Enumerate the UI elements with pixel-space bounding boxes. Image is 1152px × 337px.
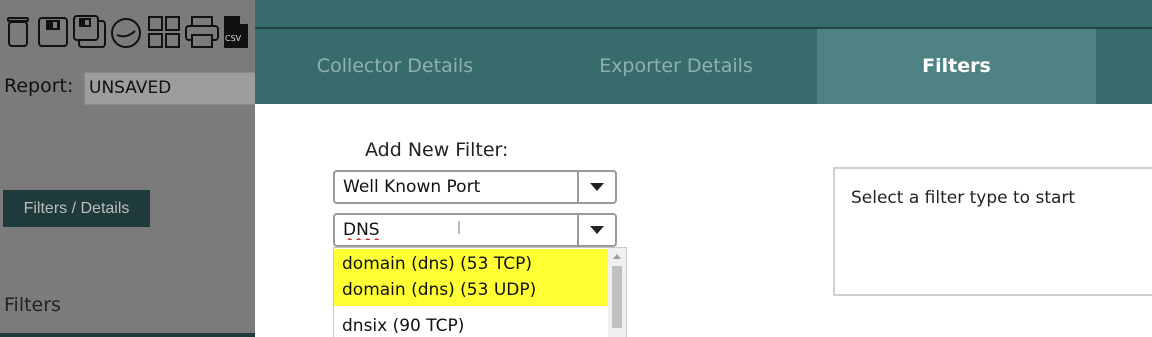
- report-name-field[interactable]: UNSAVED: [84, 72, 255, 105]
- dropdown-scrollbar[interactable]: [608, 248, 626, 337]
- scroll-up-arrow-icon[interactable]: [613, 254, 621, 259]
- section-divider: [0, 333, 255, 337]
- tab-filters[interactable]: Filters: [817, 29, 1096, 104]
- dropdown-option[interactable]: domain (dns) (53 TCP): [334, 249, 616, 275]
- print-icon[interactable]: [184, 15, 220, 49]
- report-label: Report:: [4, 75, 74, 97]
- filter-info-panel: Select a filter type to start: [833, 167, 1152, 296]
- ibeam-cursor-icon: [458, 221, 460, 234]
- dialog-tab-bar: Collector Details Exporter Details Filte…: [255, 29, 1152, 104]
- dialog-title-bar: [255, 0, 1152, 27]
- filter-value-combobox[interactable]: [333, 213, 617, 247]
- dropdown-option[interactable]: domain (dns) (53 UDP): [334, 275, 616, 306]
- filters-details-button[interactable]: Filters / Details: [3, 190, 150, 227]
- tab-collector-details[interactable]: Collector Details: [255, 29, 535, 104]
- trash-icon[interactable]: [4, 15, 32, 49]
- tab-exporter-details[interactable]: Exporter Details: [535, 29, 817, 104]
- dashboard-icon[interactable]: [147, 15, 181, 49]
- add-new-filter-label: Add New Filter:: [365, 139, 509, 161]
- csv-badge: CSV: [225, 34, 242, 43]
- filter-type-value: Well Known Port: [343, 177, 481, 197]
- filter-type-select[interactable]: Well Known Port: [333, 170, 617, 204]
- dropdown-option[interactable]: dnsix (90 TCP): [334, 311, 616, 337]
- save-icon[interactable]: [36, 15, 70, 49]
- schedule-icon[interactable]: [109, 15, 143, 49]
- chevron-down-icon[interactable]: [577, 172, 615, 202]
- csv-export-icon[interactable]: CSV: [222, 15, 250, 49]
- chevron-down-icon[interactable]: [577, 215, 615, 245]
- report-side-panel: CSV Report: UNSAVED Filters / Details Fi…: [0, 0, 255, 337]
- filter-value-dropdown: domain (dns) (53 TCP) domain (dns) (53 U…: [333, 247, 627, 337]
- filters-heading: Filters: [4, 294, 61, 316]
- scrollbar-thumb[interactable]: [612, 266, 622, 328]
- filter-info-text: Select a filter type to start: [851, 188, 1076, 208]
- save-as-icon[interactable]: [73, 15, 107, 49]
